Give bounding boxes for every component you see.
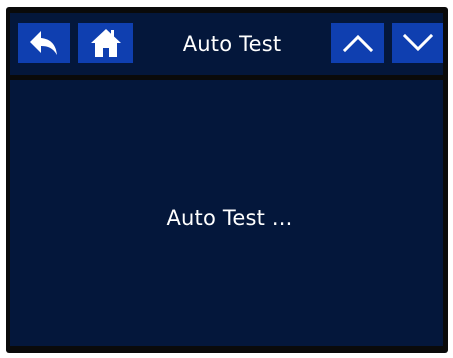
scroll-up-button[interactable] — [331, 23, 384, 63]
scroll-down-button[interactable] — [392, 23, 443, 63]
chevron-down-icon — [402, 33, 434, 53]
chevron-up-icon — [342, 33, 374, 53]
page-title: Auto Test — [182, 32, 282, 56]
back-button[interactable] — [18, 23, 70, 63]
home-icon — [89, 27, 123, 59]
main-panel: Auto Test ... — [10, 80, 443, 346]
status-message: Auto Test ... — [166, 206, 293, 230]
back-arrow-icon — [28, 29, 60, 57]
home-button[interactable] — [78, 23, 133, 63]
header-bar: Auto Test — [10, 13, 443, 75]
